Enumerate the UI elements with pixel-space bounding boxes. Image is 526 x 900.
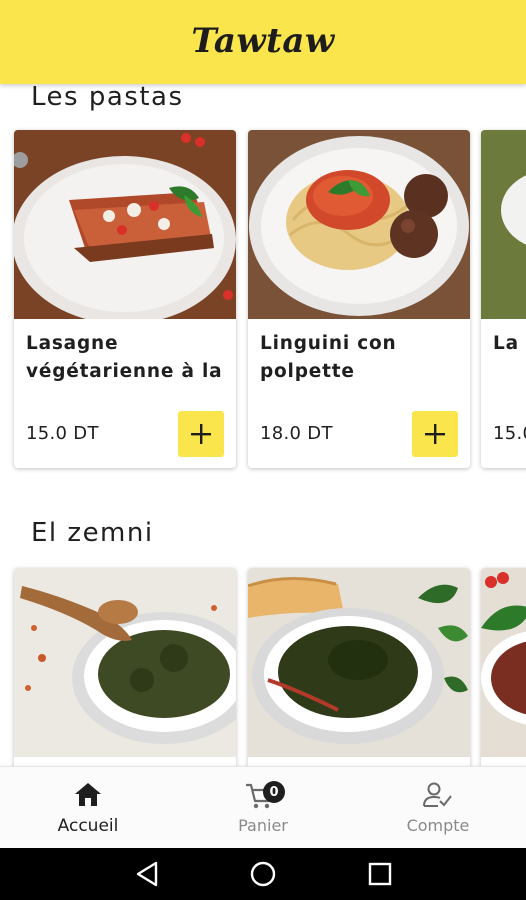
cart-count-badge: 0 bbox=[263, 781, 285, 803]
app-logo: Tawtaw bbox=[191, 21, 335, 61]
product-card[interactable] bbox=[14, 568, 236, 766]
add-to-cart-button[interactable] bbox=[178, 411, 224, 457]
section-title-zemni: El zemni bbox=[31, 518, 154, 548]
nav-home[interactable]: Accueil bbox=[18, 767, 158, 849]
product-image bbox=[481, 568, 526, 757]
nav-home-label: Accueil bbox=[57, 816, 119, 836]
nav-cart-label: Panier bbox=[238, 816, 288, 835]
recents-icon[interactable] bbox=[367, 860, 393, 888]
plus-icon bbox=[191, 424, 211, 444]
nav-cart[interactable]: 0 Panier bbox=[193, 767, 333, 849]
section-title-pastas: Les pastas bbox=[31, 84, 184, 112]
nav-account[interactable]: Compte bbox=[368, 767, 508, 849]
account-check-icon bbox=[423, 782, 452, 807]
product-price: 15.0 bbox=[493, 423, 526, 444]
zemni-carousel[interactable] bbox=[0, 568, 526, 766]
app-header: Tawtaw bbox=[0, 0, 526, 84]
product-card-partial[interactable]: La 15.0 bbox=[481, 130, 526, 468]
product-name: Lasagne végétarienne à la bbox=[26, 333, 223, 382]
product-name: La bbox=[493, 333, 519, 354]
lasagne-image bbox=[14, 130, 236, 319]
system-navigation-bar bbox=[0, 848, 526, 900]
menu-scroll-area[interactable]: Les pastas Lasagne végétarienne à la 15.… bbox=[0, 84, 526, 766]
back-icon[interactable] bbox=[134, 860, 160, 888]
plus-icon bbox=[425, 424, 445, 444]
product-card-linguini[interactable]: Linguini con polpette 18.0 DT bbox=[248, 130, 470, 468]
nav-account-label: Compte bbox=[406, 816, 470, 835]
product-image bbox=[481, 130, 526, 319]
linguini-image bbox=[248, 130, 470, 319]
product-image bbox=[14, 568, 236, 757]
product-name: Linguini con polpette bbox=[260, 333, 397, 382]
home-circle-icon[interactable] bbox=[249, 860, 277, 888]
bottom-navigation: Accueil 0 Panier Compte bbox=[0, 766, 526, 848]
product-image bbox=[248, 568, 470, 757]
product-price: 15.0 DT bbox=[26, 423, 99, 444]
add-to-cart-button[interactable] bbox=[412, 411, 458, 457]
pastas-carousel[interactable]: Lasagne végétarienne à la 15.0 DT Lingui… bbox=[0, 130, 526, 470]
product-card[interactable] bbox=[248, 568, 470, 766]
home-icon bbox=[75, 783, 101, 806]
product-card-partial[interactable] bbox=[481, 568, 526, 766]
product-card-lasagne[interactable]: Lasagne végétarienne à la 15.0 DT bbox=[14, 130, 236, 468]
product-price: 18.0 DT bbox=[260, 423, 333, 444]
